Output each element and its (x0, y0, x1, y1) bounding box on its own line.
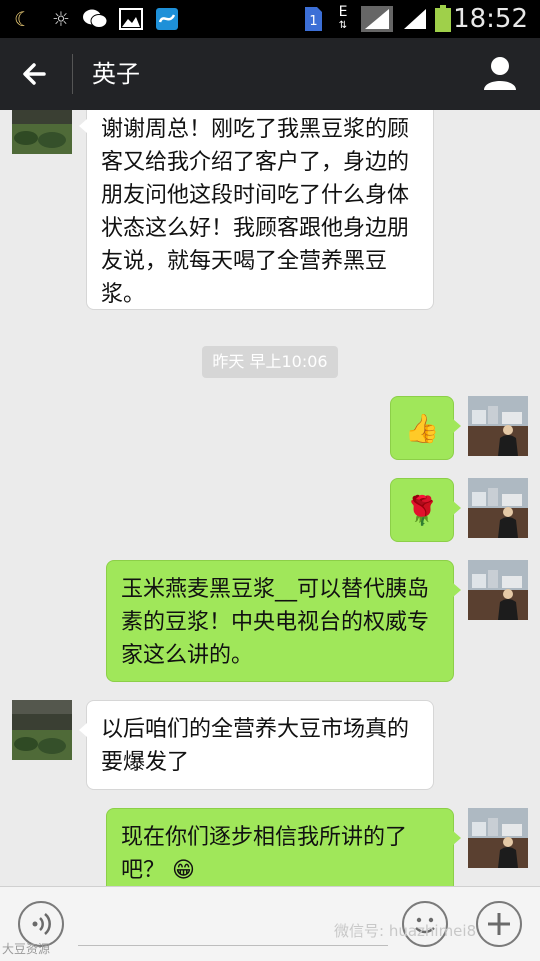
avatar-self[interactable] (468, 560, 528, 620)
message-text: 谢谢周总！刚吃了我黑豆浆的顾客又给我介绍了客户了，身边的朋友问他这段时间吃了什么… (101, 117, 410, 307)
svg-text:1: 1 (309, 14, 317, 29)
back-arrow-icon[interactable] (14, 52, 58, 96)
thumbs-up-icon: 👍 (404, 411, 440, 445)
brightness-icon: ☼ (52, 7, 70, 31)
network-letter: E (338, 4, 348, 20)
plus-icon[interactable] (476, 901, 522, 947)
message-text: 现在你们逐步相信我所讲的了吧？ (121, 825, 408, 883)
wechat-icon (82, 6, 108, 32)
message-bubble-outgoing[interactable]: 🌹 (390, 478, 461, 542)
avatar-self[interactable] (468, 478, 528, 538)
chat-header: 英子 (0, 38, 540, 110)
grin-emoji-icon: 😁 (172, 858, 195, 883)
chat-title: 英子 (92, 60, 140, 88)
person-icon[interactable] (478, 52, 522, 96)
avatar-contact[interactable] (12, 110, 72, 154)
message-text: 玉米燕麦黑豆浆__可以替代胰岛素的豆浆！中央电视台的权威专家这么讲的。 (121, 577, 430, 668)
avatar-contact[interactable] (12, 700, 72, 760)
message-bubble-incoming[interactable]: 谢谢周总！刚吃了我黑豆浆的顾客又给我介绍了客户了，身边的朋友问他这段时间吃了什么… (79, 110, 434, 310)
status-bar: ☾ ☼ 1 E ⇅ 18:52 (0, 0, 540, 38)
timestamp-separator: 昨天 早上10:06 (202, 346, 338, 378)
signal-icon (360, 6, 394, 32)
app-icon (154, 6, 180, 32)
message-text: 以后咱们的全营养大豆市场真的要爆发了 (101, 717, 410, 775)
watermark-left: 大豆资源 (2, 942, 51, 956)
rose-icon: 🌹 (404, 493, 440, 527)
network-e-icon: E ⇅ (338, 4, 348, 31)
message-bubble-outgoing[interactable]: 现在你们逐步相信我所讲的了吧？ 😁 (106, 808, 461, 886)
signal-icon-2 (402, 6, 428, 32)
sim-icon: 1 (300, 6, 326, 32)
clock: 18:52 (453, 4, 528, 34)
message-input[interactable] (78, 945, 388, 946)
message-bubble-incoming[interactable]: 以后咱们的全营养大豆市场真的要爆发了 (79, 700, 434, 790)
watermark-wechat-id: 微信号: huazhimei8 (334, 922, 477, 940)
header-divider (72, 54, 73, 94)
message-bubble-outgoing[interactable]: 玉米燕麦黑豆浆__可以替代胰岛素的豆浆！中央电视台的权威专家这么讲的。 (106, 560, 461, 682)
moon-icon: ☾ (14, 7, 32, 31)
chat-area[interactable]: 谢谢周总！刚吃了我黑豆浆的顾客又给我介绍了客户了，身边的朋友问他这段时间吃了什么… (0, 110, 540, 886)
gallery-icon (118, 6, 144, 32)
battery-icon (432, 5, 454, 32)
avatar-self[interactable] (468, 396, 528, 456)
avatar-self[interactable] (468, 808, 528, 868)
message-bubble-outgoing[interactable]: 👍 (390, 396, 461, 460)
